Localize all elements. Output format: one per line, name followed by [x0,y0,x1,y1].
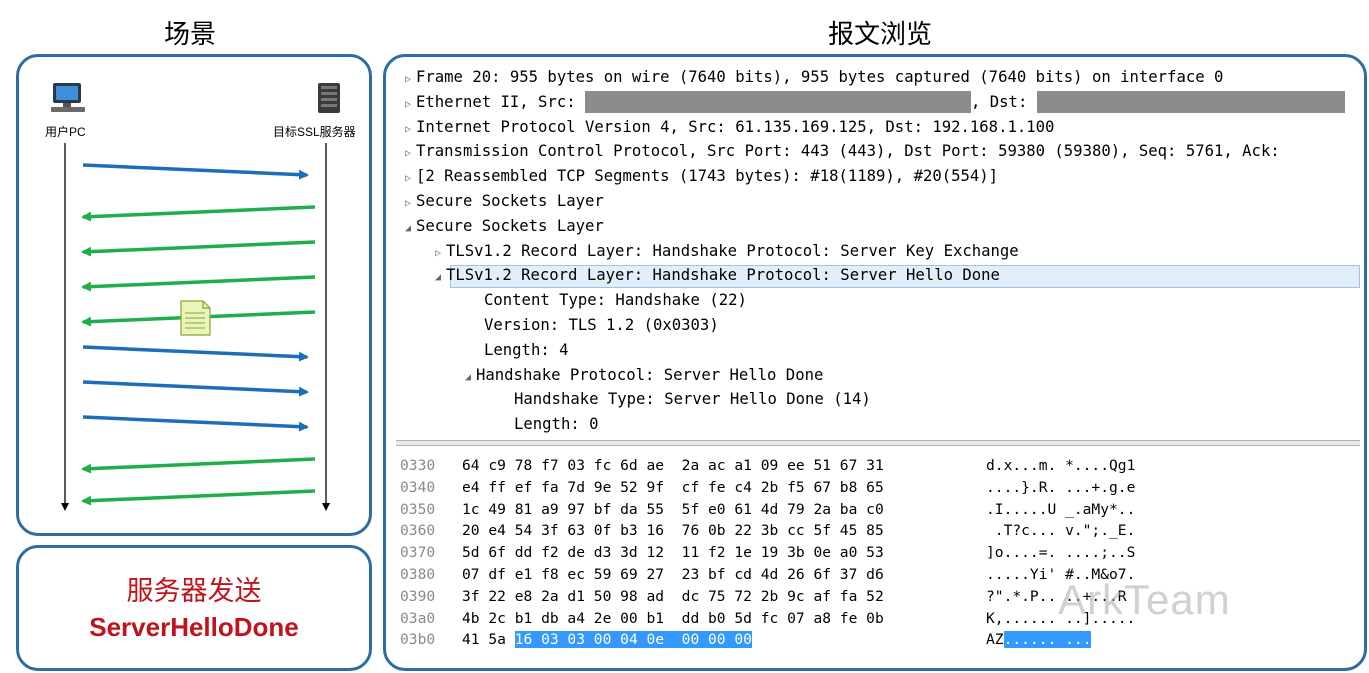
arrow-server-key-exchange [81,275,316,292]
caption-message-name: ServerHelloDone [89,612,299,642]
tree-row-content-type[interactable]: Content Type: Handshake (22) [386,288,1364,313]
arrow-server-hello [81,205,316,222]
arrow-client-key-exchange [82,345,309,362]
watermark-logo: ArkTeam [1058,576,1231,623]
tree-row-ssl-2[interactable]: ◢ Secure Sockets Layer [386,214,1364,239]
hex-row[interactable]: 03a0 4b 2c b1 db a4 2e 00 b1 dd b0 5d fc … [400,608,1135,630]
hex-row[interactable]: 0340 e4 ff ef fa 7d 9e 52 9f cf fe c4 2b … [400,477,1135,499]
arrow-client-hello [82,163,309,180]
tree-row-tcp[interactable]: ▷ Transmission Control Protocol, Src Port… [386,139,1364,164]
arrow-change-cipher-spec [82,380,309,397]
scene-title: 场景 [164,20,217,50]
message-sequence-diagram [61,143,330,511]
hex-row[interactable]: 0330 64 c9 78 f7 03 fc 6d ae 2a ac a1 09 … [400,455,1135,477]
redacted-dst-mac [1036,91,1345,114]
arrow-server-change-cipher [81,457,316,474]
tree-row-server-hello-done[interactable]: ◢ TLSv1.2 Record Layer: Handshake Protoco… [386,263,1364,288]
tree-row-ethernet[interactable]: ▷ Ethernet II, Src: , Dst: [386,90,1364,115]
hex-row[interactable]: 0370 5d 6f dd f2 de d3 3d 12 11 f2 1e 19 … [400,542,1135,564]
tree-row-ipv4[interactable]: ▷ Internet Protocol Version 4, Src: 61.13… [386,115,1364,140]
arrow-certificate [81,240,316,257]
pane-splitter[interactable] [396,440,1360,446]
hex-dump: 0330 64 c9 78 f7 03 fc 6d ae 2a ac a1 09 … [400,455,1135,651]
hex-row[interactable]: 0380 07 df e1 f8 ec 59 69 27 23 bf cd 4d … [400,564,1135,586]
hex-row[interactable]: 0350 1c 49 81 a9 97 bf da 55 5f e0 61 4d … [400,499,1135,521]
selected-ascii: ...... ... [1003,631,1092,649]
tree-row-frame[interactable]: ▷ Frame 20: 955 bytes on wire (7640 bits)… [386,65,1364,90]
hex-row[interactable]: 0390 3f 22 e8 2a d1 50 98 ad dc 75 72 2b … [400,586,1135,608]
tree-row-ssl-1[interactable]: ▷ Secure Sockets Layer [386,189,1364,214]
caption-chinese: 服务器发送 [126,576,262,607]
tree-row-reassembled[interactable]: ▷ [2 Reassembled TCP Segments (1743 bytes… [386,164,1364,189]
tree-row-server-key-exchange[interactable]: ▷ TLSv1.2 Record Layer: Handshake Protoco… [386,239,1364,264]
arrow-server-finished [81,489,316,506]
hex-row[interactable]: 0360 20 e4 54 3f 63 0f b3 16 76 0b 22 3b … [400,520,1135,542]
arrow-client-finished [82,415,309,432]
scene-panel: 用户PC 目标SSL服务器 [16,54,372,536]
packet-tree: ▷ Frame 20: 955 bytes on wire (7640 bits)… [386,65,1364,437]
tree-row-handshake-type[interactable]: Handshake Type: Server Hello Done (14) [386,387,1364,412]
tree-row-handshake-length[interactable]: Length: 0 [386,412,1364,437]
redacted-src-mac [585,91,971,114]
tree-row-length[interactable]: Length: 4 [386,338,1364,363]
caption-panel: 服务器发送 ServerHelloDone [16,545,372,671]
tree-row-handshake-protocol[interactable]: ◢ Handshake Protocol: Server Hello Done [386,363,1364,388]
tree-row-version[interactable]: Version: TLS 1.2 (0x0303) [386,313,1364,338]
selected-bytes: 16 03 03 00 04 0e 00 00 00 [514,631,752,649]
packet-view-title: 报文浏览 [828,20,933,50]
document-icon [180,300,211,336]
hex-row-selected[interactable]: 03b0 41 5a 16 03 03 00 04 0e 00 00 00 AZ..… [400,629,1135,651]
